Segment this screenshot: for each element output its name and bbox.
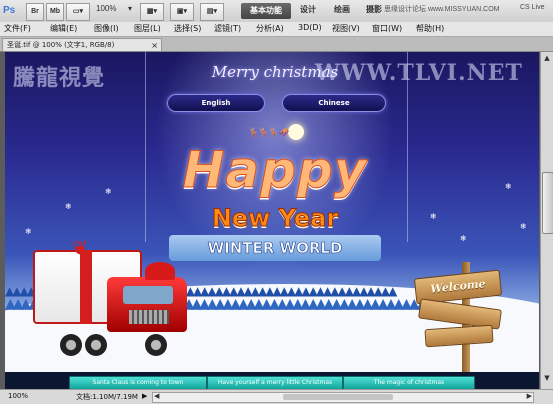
arrange-documents-button[interactable]: ▦▾ (140, 3, 164, 21)
menu-analysis[interactable]: 分析(A) (256, 23, 284, 34)
reindeer-sleigh-icon: 🦌🦌🦌🛷 (248, 128, 290, 138)
watermark-site-logo: 思缘设计论坛 www.MISSYUAN.COM (384, 6, 500, 13)
wheel-icon (60, 334, 82, 356)
menu-view[interactable]: 视图(V) (332, 23, 360, 34)
truck-grille (129, 310, 169, 324)
scroll-thumb-horizontal[interactable] (283, 394, 393, 400)
merry-christmas-title: Merry christmas (211, 63, 339, 81)
footer-link-magic[interactable]: The magic of christmas (343, 376, 475, 389)
menu-window[interactable]: 窗口(W) (372, 23, 402, 34)
wheel-icon (85, 334, 107, 356)
status-doc-size: 文档:1.10M/7.19M (76, 393, 138, 401)
truck-windshield (123, 286, 173, 304)
snowflake-icon: ❄ (520, 222, 527, 231)
happy-headline: Happy (182, 141, 368, 200)
photoshop-logo: Ps (3, 5, 16, 16)
close-icon[interactable]: × (151, 39, 158, 52)
more-options-button[interactable]: ▤▾ (200, 3, 224, 21)
scroll-right-icon[interactable]: ▶ (527, 392, 532, 400)
zoom-dropdown-icon[interactable]: ▾ (128, 4, 132, 13)
workspace-design[interactable]: 设计 (300, 4, 316, 15)
scroll-up-icon[interactable]: ▲ (542, 54, 552, 64)
snowflake-icon: ❄ (25, 227, 32, 236)
document-tab-bar: 圣诞.tif @ 100% (文字1, RGB/8) × (0, 37, 553, 52)
chinese-button[interactable]: Chinese (282, 94, 386, 112)
footer-link-santa[interactable]: Santa Claus is coming to town (69, 376, 207, 389)
workspace-photography[interactable]: 摄影 (366, 4, 382, 15)
gift-ribbon (80, 250, 92, 324)
menu-image[interactable]: 图像(I) (94, 23, 119, 34)
cs-live-button[interactable]: CS Live (520, 4, 545, 11)
screen-mode-button[interactable]: ▣▾ (170, 3, 194, 21)
english-button[interactable]: English (167, 94, 265, 112)
mini-bridge-button[interactable]: Mb (46, 3, 64, 21)
snowflake-icon: ❄ (505, 182, 512, 191)
wheel-icon (145, 334, 167, 356)
document-canvas[interactable]: 騰龍視覺 WWW.TLVI.NET Merry christmas Englis… (5, 52, 539, 389)
status-zoom[interactable]: 100% (8, 392, 28, 400)
menu-edit[interactable]: 编辑(E) (50, 23, 77, 34)
menu-help[interactable]: 帮助(H) (416, 23, 444, 34)
watermark-url: WWW.TLVI.NET (315, 60, 523, 86)
guide-line-left (145, 52, 146, 242)
bridge-button[interactable]: Br (26, 3, 44, 21)
menu-3d[interactable]: 3D(D) (298, 23, 322, 32)
application-bar: Ps Br Mb ▭▾ 100% ▾ ▦▾ ▣▾ ▤▾ 基本功能 设计 绘画 摄… (0, 0, 553, 23)
menu-layer[interactable]: 图层(L) (134, 23, 161, 34)
document-tab-title: 圣诞.tif @ 100% (文字1, RGB/8) (7, 41, 115, 49)
menu-filter[interactable]: 滤镜(T) (214, 23, 241, 34)
menu-select[interactable]: 选择(S) (174, 23, 201, 34)
watermark-chinese: 騰龍視覺 (13, 65, 106, 91)
footer-link-merry[interactable]: Have yourself a merry little Christmas (207, 376, 343, 389)
status-arrow-icon[interactable]: ▶ (142, 392, 147, 400)
winter-world-headline: WINTER WORLD (207, 239, 343, 258)
horizontal-scrollbar[interactable]: ◀ ▶ (152, 392, 534, 403)
new-year-headline: New Year (211, 204, 339, 233)
menu-bar: 文件(F) 编辑(E) 图像(I) 图层(L) 选择(S) 滤镜(T) 分析(A… (0, 22, 553, 37)
gift-bow-icon: ❦ (71, 236, 89, 260)
vertical-scrollbar[interactable]: ▲ ▼ (540, 52, 553, 389)
view-extras-button[interactable]: ▭▾ (66, 3, 90, 21)
snowflake-icon: ❄ (460, 234, 467, 243)
snowflake-icon: ❄ (430, 212, 437, 221)
snowflake-icon: ❄ (65, 202, 72, 211)
scroll-down-icon[interactable]: ▼ (542, 374, 552, 384)
status-bar: 100% 文档:1.10M/7.19M ▶ ◀ ▶ (0, 389, 553, 404)
scroll-left-icon[interactable]: ◀ (154, 392, 159, 400)
santa-hat-icon (145, 262, 175, 280)
snowflake-icon: ❄ (105, 187, 112, 196)
workspace-painting[interactable]: 绘画 (334, 4, 350, 15)
workspace-essentials[interactable]: 基本功能 (241, 3, 291, 19)
zoom-level[interactable]: 100% (96, 4, 116, 13)
menu-file[interactable]: 文件(F) (4, 23, 31, 34)
scroll-thumb[interactable] (542, 172, 553, 234)
document-tab[interactable]: 圣诞.tif @ 100% (文字1, RGB/8) × (2, 38, 162, 51)
